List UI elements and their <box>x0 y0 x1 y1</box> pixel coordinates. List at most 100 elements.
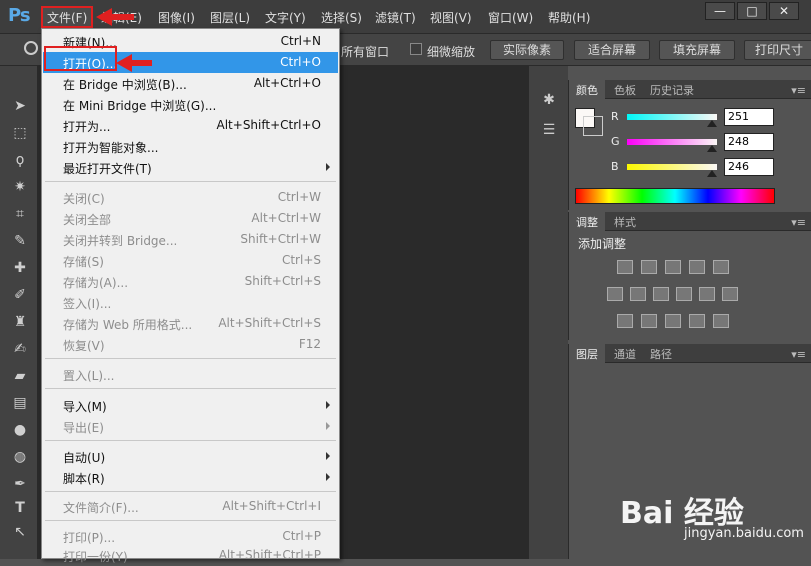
green-value-field[interactable]: 248 <box>724 133 774 151</box>
blue-slider[interactable] <box>627 164 717 170</box>
dodge-tool-icon[interactable]: ◍ <box>10 447 30 467</box>
red-value-field[interactable]: 251 <box>724 108 774 126</box>
menu-view[interactable]: 视图(V) <box>430 9 472 26</box>
menu-item-place[interactable]: 置入(L)... <box>43 364 338 385</box>
menu-item-close-go-bridge[interactable]: 关闭并转到 Bridge... Shift+Ctrl+W <box>43 229 338 250</box>
fit-screen-button[interactable]: 适合屏幕 <box>574 40 650 60</box>
eraser-tool-icon[interactable]: ▰ <box>10 366 30 386</box>
curves-icon[interactable] <box>665 260 681 274</box>
menu-item-scripts[interactable]: 脚本(R) <box>43 467 338 488</box>
color-lookup-icon[interactable] <box>722 287 738 301</box>
zoom-icon[interactable] <box>24 41 38 55</box>
menu-select[interactable]: 选择(S) <box>321 9 362 26</box>
menu-item-browse-mini-bridge[interactable]: 在 Mini Bridge 中浏览(G)... <box>43 94 338 115</box>
blue-slider-thumb[interactable] <box>707 170 717 177</box>
tab-swatches[interactable]: 色板 <box>607 80 643 99</box>
menu-item-automate[interactable]: 自动(U) <box>43 446 338 467</box>
brush-presets-icon[interactable]: ✱ <box>539 92 559 112</box>
posterize-icon[interactable] <box>641 314 657 328</box>
invert-icon[interactable] <box>617 314 633 328</box>
black-white-icon[interactable] <box>653 287 669 301</box>
brightness-icon[interactable] <box>617 260 633 274</box>
menu-file[interactable]: 文件(F) <box>47 9 87 26</box>
menu-item-import[interactable]: 导入(M) <box>43 395 338 416</box>
menu-item-save[interactable]: 存储(S) Ctrl+S <box>43 250 338 271</box>
menu-item-print[interactable]: 打印(P)... Ctrl+P <box>43 526 338 547</box>
tab-styles[interactable]: 样式 <box>607 212 643 231</box>
pen-tool-icon[interactable]: ✒ <box>10 474 30 494</box>
path-selection-tool-icon[interactable]: ↖ <box>10 522 30 542</box>
tab-channels[interactable]: 通道 <box>607 344 643 363</box>
menu-item-revert[interactable]: 恢复(V) F12 <box>43 334 338 355</box>
menu-item-label: 自动(U) <box>63 451 106 465</box>
annotation-arrow-open-shaft <box>130 60 152 66</box>
history-brush-tool-icon[interactable]: ✍ <box>10 339 30 359</box>
menu-item-shortcut: Ctrl+P <box>282 529 321 543</box>
threshold-icon[interactable] <box>665 314 681 328</box>
menu-item-export[interactable]: 导出(E) <box>43 416 338 437</box>
color-balance-icon[interactable] <box>630 287 646 301</box>
panel-menu-icon[interactable]: ▾≡ <box>791 216 806 229</box>
menu-type[interactable]: 文字(Y) <box>265 9 306 26</box>
tab-layers[interactable]: 图层 <box>569 344 605 363</box>
blur-tool-icon[interactable]: ● <box>10 420 30 440</box>
move-tool-icon[interactable]: ➤ <box>10 96 30 116</box>
tab-color[interactable]: 颜色 <box>569 80 605 99</box>
photo-filter-icon[interactable] <box>676 287 692 301</box>
magic-wand-tool-icon[interactable]: ✷ <box>10 177 30 197</box>
menu-layer[interactable]: 图层(L) <box>210 9 250 26</box>
menu-separator <box>45 440 336 441</box>
fill-screen-button[interactable]: 填充屏幕 <box>659 40 735 60</box>
menu-item-recent-files[interactable]: 最近打开文件(T) <box>43 157 338 178</box>
type-tool-icon[interactable]: T <box>10 498 30 518</box>
menu-filter[interactable]: 滤镜(T) <box>375 9 416 26</box>
menu-image[interactable]: 图像(I) <box>158 9 195 26</box>
print-size-button[interactable]: 打印尺寸 <box>744 40 811 60</box>
menu-item-close-all[interactable]: 关闭全部 Alt+Ctrl+W <box>43 208 338 229</box>
selective-color-icon[interactable] <box>713 314 729 328</box>
menu-item-close[interactable]: 关闭(C) Ctrl+W <box>43 187 338 208</box>
menu-item-open-as[interactable]: 打开为... Alt+Shift+Ctrl+O <box>43 115 338 136</box>
menu-window[interactable]: 窗口(W) <box>488 9 533 26</box>
brush-tool-icon[interactable]: ✐ <box>10 285 30 305</box>
lasso-tool-icon[interactable]: ϙ <box>10 150 30 170</box>
red-slider[interactable] <box>627 114 717 120</box>
eyedropper-tool-icon[interactable]: ✎ <box>10 231 30 251</box>
close-button[interactable]: ✕ <box>769 2 799 20</box>
menu-item-browse-bridge[interactable]: 在 Bridge 中浏览(B)... Alt+Ctrl+O <box>43 73 338 94</box>
tab-adjustments[interactable]: 调整 <box>569 212 605 231</box>
crop-tool-icon[interactable]: ⌗ <box>10 204 30 224</box>
gradient-tool-icon[interactable]: ▤ <box>10 393 30 413</box>
channel-mixer-icon[interactable] <box>699 287 715 301</box>
panel-menu-icon[interactable]: ▾≡ <box>791 84 806 97</box>
gradient-map-icon[interactable] <box>689 314 705 328</box>
green-slider[interactable] <box>627 139 717 145</box>
maximize-button[interactable]: □ <box>737 2 767 20</box>
menu-item-print-one-copy[interactable]: 打印一份(Y) Alt+Shift+Ctrl+P <box>43 545 338 566</box>
menu-item-open-smart-object[interactable]: 打开为智能对象... <box>43 136 338 157</box>
panel-menu-icon[interactable]: ▾≡ <box>791 348 806 361</box>
levels-icon[interactable] <box>641 260 657 274</box>
menu-item-check-in[interactable]: 签入(I)... <box>43 292 338 313</box>
marquee-tool-icon[interactable]: ⬚ <box>10 123 30 143</box>
actual-pixels-button[interactable]: 实际像素 <box>490 40 564 60</box>
exposure-icon[interactable] <box>689 260 705 274</box>
color-ramp[interactable] <box>575 188 775 204</box>
red-slider-thumb[interactable] <box>707 120 717 127</box>
menu-help[interactable]: 帮助(H) <box>548 9 590 26</box>
blue-value-field[interactable]: 246 <box>724 158 774 176</box>
vibrance-icon[interactable] <box>713 260 729 274</box>
hue-saturation-icon[interactable] <box>607 287 623 301</box>
brush-panel-icon[interactable]: ☰ <box>539 122 559 142</box>
scrubby-zoom-checkbox[interactable] <box>410 43 422 55</box>
annotation-arrow-file-shaft <box>112 14 134 20</box>
menu-item-file-info[interactable]: 文件简介(F)... Alt+Shift+Ctrl+I <box>43 496 338 517</box>
tab-paths[interactable]: 路径 <box>643 344 679 363</box>
clone-stamp-tool-icon[interactable]: ♜ <box>10 312 30 332</box>
green-slider-thumb[interactable] <box>707 145 717 152</box>
healing-brush-tool-icon[interactable]: ✚ <box>10 258 30 278</box>
menu-item-save-for-web[interactable]: 存储为 Web 所用格式... Alt+Shift+Ctrl+S <box>43 313 338 334</box>
minimize-button[interactable]: — <box>705 2 735 20</box>
menu-item-save-as[interactable]: 存储为(A)... Shift+Ctrl+S <box>43 271 338 292</box>
tab-history[interactable]: 历史记录 <box>643 80 701 99</box>
